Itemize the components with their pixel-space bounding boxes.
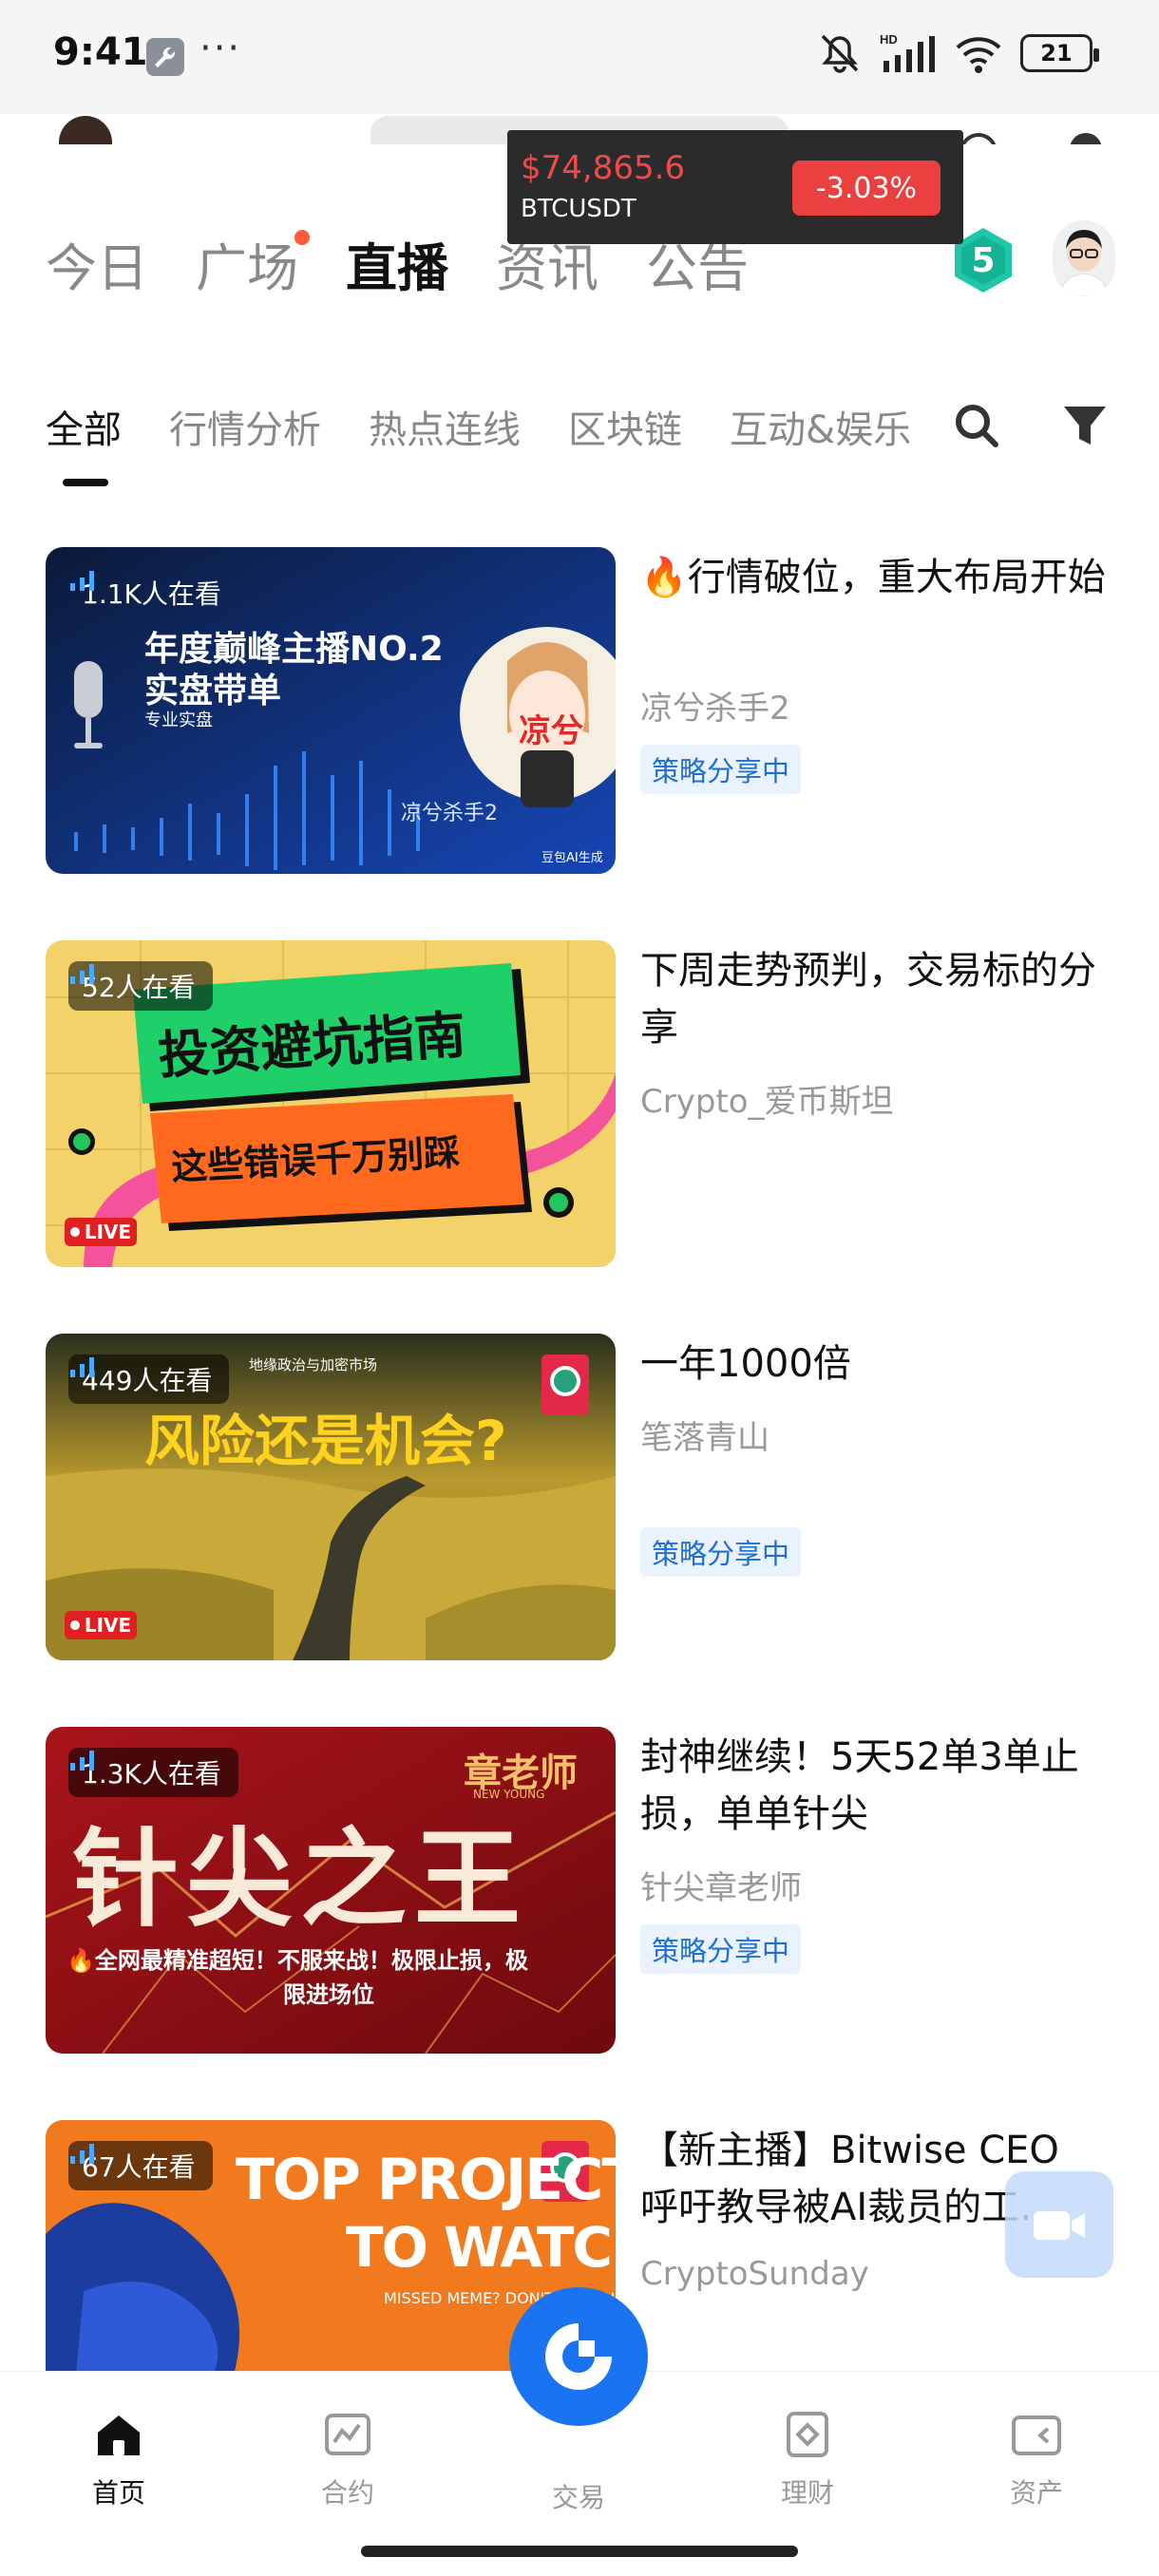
category-tab-market[interactable]: 行情分析 [169, 399, 321, 454]
thumb-caption: 地缘政治与加密市场 [249, 1356, 378, 1373]
floating-video-button[interactable] [1005, 2171, 1113, 2278]
list-item[interactable]: 章老师 NEW YOUNG 针尖之王 🔥全网最精准超短！不服来战！极限止损，极 … [46, 1727, 1113, 2054]
stream-title[interactable]: 下周走势预判，交易标的分享 [640, 942, 1115, 1056]
live-badge: LIVE [65, 1218, 137, 1246]
stream-thumbnail[interactable]: 投资避坑指南 这些错误千万别踩 52人在看 LIVE [46, 940, 616, 1267]
nav-home[interactable]: 首页 [48, 2408, 190, 2510]
signal-bars-icon [70, 571, 94, 591]
nav-home-label: 首页 [91, 2477, 145, 2509]
search-icon[interactable] [950, 399, 1003, 452]
trade-button[interactable] [509, 2287, 648, 2426]
category-tab-all[interactable]: 全部 [46, 399, 122, 454]
thumb-title: TOP PROJECTS [236, 2147, 616, 2213]
wifi-icon [956, 37, 1001, 73]
stream-title[interactable]: 🔥行情破位，重大布局开始 [640, 549, 1115, 606]
nav-contract-label: 合约 [320, 2477, 374, 2509]
stream-title[interactable]: 一年1000倍 [640, 1335, 1115, 1392]
viewer-count-label: 1.1K人在看 [82, 578, 221, 610]
more-dots-icon: ··· [200, 27, 242, 70]
category-tab-blockchain[interactable]: 区块链 [568, 399, 682, 454]
viewer-count: 67人在看 [68, 2141, 213, 2190]
list-item[interactable]: 地缘政治与加密市场 风险还是机会? 449人在看 LIVE 一年1000倍 笔落… [46, 1334, 1113, 1660]
signal-bars-icon [70, 2144, 94, 2164]
viewer-count: 1.3K人在看 [68, 1748, 238, 1797]
viewer-count-label: 1.3K人在看 [82, 1758, 221, 1790]
mute-icon [821, 34, 859, 73]
contract-chart-icon [325, 2414, 370, 2455]
status-badge: 策略分享中 [640, 1924, 802, 1974]
category-tabs: 全部 行情分析 热点连线 区块链 互动&娱乐 [46, 399, 920, 454]
nav-trade-label[interactable]: 交易 [509, 2477, 648, 2515]
nav-assets[interactable]: 资产 [965, 2408, 1108, 2510]
status-badge: 策略分享中 [640, 745, 802, 794]
viewer-count: 449人在看 [68, 1354, 230, 1404]
thumb-watermark: 豆包AI生成 [542, 851, 603, 865]
finance-icon [787, 2412, 828, 2457]
ticker-price: $74,865.6 [521, 149, 686, 187]
thumb-subtitle-2: 限进场位 [283, 1981, 374, 2008]
tab-live[interactable]: 直播 [346, 226, 448, 301]
viewer-count: 1.1K人在看 [68, 568, 238, 617]
trade-logo-icon [545, 2323, 612, 2390]
tab-square-label: 广场 [196, 238, 298, 298]
stream-thumbnail[interactable]: 地缘政治与加密市场 风险还是机会? 449人在看 LIVE [46, 1334, 616, 1660]
stream-host[interactable]: Crypto_爱币斯坦 [640, 1075, 894, 1122]
viewer-count: 52人在看 [68, 961, 213, 1011]
category-tab-hot[interactable]: 热点连线 [369, 399, 521, 454]
status-icons: HD 21 [817, 32, 1099, 74]
signal-bars-icon [70, 1357, 94, 1377]
thumb-title: 风险还是机会? [144, 1409, 507, 1473]
wrench-icon [146, 38, 184, 76]
stream-host[interactable]: 针尖章老师 [640, 1862, 802, 1908]
tab-today[interactable]: 今日 [46, 226, 148, 301]
stream-host[interactable]: 笔落青山 [640, 1411, 770, 1458]
video-camera-icon [1034, 2211, 1085, 2240]
stream-thumbnail[interactable]: 章老师 NEW YOUNG 针尖之王 🔥全网最精准超短！不服来战！极限止损，极 … [46, 1727, 616, 2054]
category-tab-interactive[interactable]: 互动&娱乐 [730, 399, 911, 454]
viewer-count-label: 67人在看 [82, 2151, 196, 2183]
thumb-title: 针尖之王 [72, 1818, 528, 1941]
status-badge: 策略分享中 [640, 1527, 802, 1577]
thumb-subtitle: 实盘带单 [144, 672, 282, 710]
thumb-subtitle: TO WATCH [346, 2215, 616, 2280]
ticker-change-badge: -3.03% [792, 161, 940, 216]
thumb-subtitle: 🔥全网最精准超短！不服来战！极限止损，极 [66, 1947, 528, 1974]
price-ticker-popup[interactable]: $74,865.6 BTCUSDT -3.03% [507, 130, 963, 244]
ticker-pair: BTCUSDT [521, 195, 636, 223]
list-item[interactable]: 投资避坑指南 这些错误千万别踩 52人在看 LIVE 下周走势预判，交易标的分享… [46, 940, 1113, 1267]
thumb-character-name: 凉兮 [519, 712, 583, 750]
stream-title[interactable]: 封神继续！5天52单3单止损，单单针尖 [640, 1729, 1115, 1843]
viewer-count-label: 449人在看 [82, 1365, 213, 1396]
battery-icon: 21 [1020, 34, 1099, 72]
nav-finance-label: 理财 [780, 2477, 834, 2509]
home-icon [98, 2415, 140, 2455]
status-bar: 9:41 ··· HD 21 [0, 0, 1159, 114]
status-time: 9:41 [53, 30, 148, 74]
home-indicator [361, 2546, 798, 2557]
wallet-icon [1012, 2415, 1061, 2455]
active-tab-indicator [63, 479, 108, 486]
svg-text:HD: HD [880, 32, 898, 47]
stream-thumbnail[interactable]: 年度巅峰主播NO.2 实盘带单 专业实盘 凉兮杀手2 豆包AI生成 凉兮 1.1… [46, 547, 616, 874]
tab-square[interactable]: 广场 [196, 226, 310, 301]
thumb-caption: 专业实盘 [144, 710, 213, 730]
viewer-count-label: 52人在看 [82, 972, 196, 1003]
nav-assets-label: 资产 [1009, 2477, 1063, 2509]
battery-level: 21 [1040, 40, 1073, 66]
stream-host[interactable]: CryptoSunday [640, 2255, 869, 2293]
filter-icon[interactable] [1060, 399, 1110, 452]
thumb-host: 凉兮杀手2 [401, 802, 498, 825]
stream-host[interactable]: 凉兮杀手2 [640, 682, 790, 729]
signal-icon: HD [880, 32, 935, 72]
nav-finance[interactable]: 理财 [736, 2408, 879, 2510]
nav-contract[interactable]: 合约 [276, 2408, 419, 2510]
notification-dot [294, 230, 310, 245]
list-item[interactable]: 年度巅峰主播NO.2 实盘带单 专业实盘 凉兮杀手2 豆包AI生成 凉兮 1.1… [46, 547, 1113, 874]
signal-bars-icon [70, 1751, 94, 1771]
user-avatar[interactable] [1053, 220, 1115, 296]
live-badge: LIVE [65, 1611, 137, 1639]
signal-bars-icon [70, 964, 94, 984]
